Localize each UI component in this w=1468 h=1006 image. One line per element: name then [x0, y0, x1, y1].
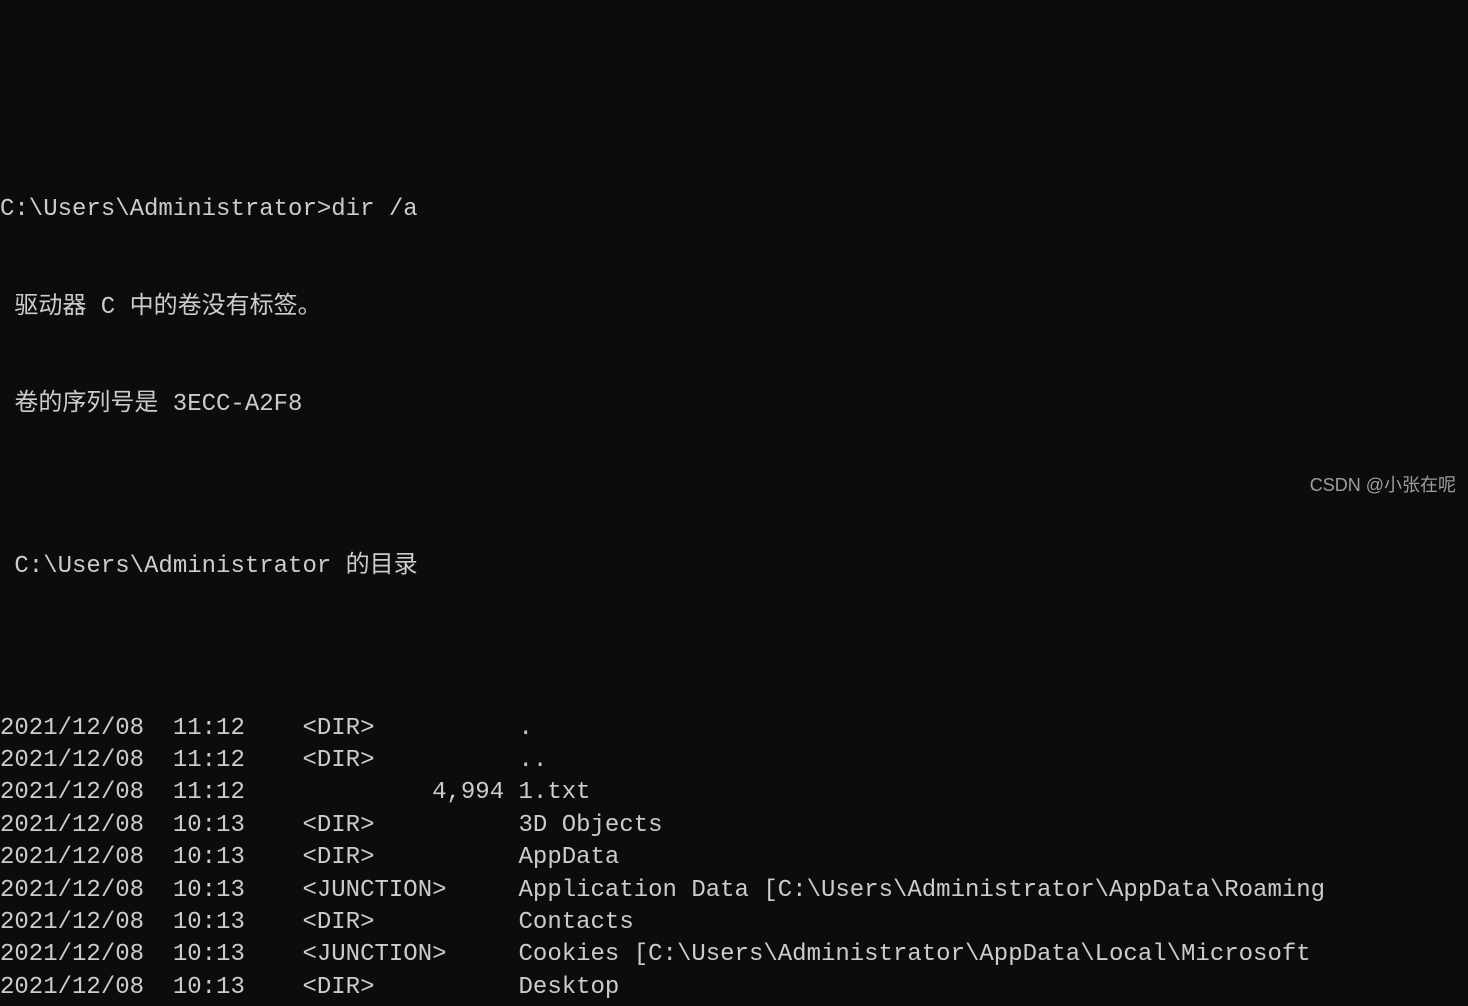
entry-type: <DIR>	[245, 909, 519, 936]
entry-date: 2021/12/08	[0, 812, 144, 839]
entry-name: ..	[519, 747, 548, 774]
entry-type: <DIR>	[245, 974, 519, 1001]
entry-type: <JUNCTION>	[245, 941, 519, 968]
list-item: 2021/12/08 10:13 <DIR> 3D Objects	[0, 810, 1468, 842]
entry-time: 10:13	[144, 909, 245, 936]
entry-name: .	[519, 715, 533, 742]
list-item: 2021/12/08 10:13 <DIR> AppData	[0, 842, 1468, 874]
entry-date: 2021/12/08	[0, 715, 144, 742]
list-item: 2021/12/08 11:12 4,994 1.txt	[0, 777, 1468, 809]
entry-type: <DIR>	[245, 747, 519, 774]
entry-time: 11:12	[144, 715, 245, 742]
entry-type: <DIR>	[245, 844, 519, 871]
list-item: 2021/12/08 11:12 <DIR> .	[0, 713, 1468, 745]
entry-date: 2021/12/08	[0, 877, 144, 904]
entry-date: 2021/12/08	[0, 779, 144, 806]
entry-time: 10:13	[144, 941, 245, 968]
entry-type: <JUNCTION>	[245, 877, 519, 904]
entry-date: 2021/12/08	[0, 941, 144, 968]
entry-type: <DIR>	[245, 715, 519, 742]
entry-time: 10:13	[144, 812, 245, 839]
entry-time: 10:13	[144, 974, 245, 1001]
entry-date: 2021/12/08	[0, 747, 144, 774]
volume-info: 驱动器 C 中的卷没有标签。	[0, 292, 1468, 324]
entry-time: 10:13	[144, 877, 245, 904]
prompt-command: dir /a	[331, 196, 417, 223]
entry-date: 2021/12/08	[0, 844, 144, 871]
serial-info: 卷的序列号是 3ECC-A2F8	[0, 389, 1468, 421]
entry-date: 2021/12/08	[0, 909, 144, 936]
entry-name: Desktop	[519, 974, 620, 1001]
list-item: 2021/12/08 10:13 <JUNCTION> Application …	[0, 875, 1468, 907]
entry-name: Application Data [C:\Users\Administrator…	[519, 877, 1326, 904]
prompt-path: C:\Users\Administrator>	[0, 196, 331, 223]
entry-time: 10:13	[144, 844, 245, 871]
entry-type: <DIR>	[245, 812, 519, 839]
entry-time: 11:12	[144, 747, 245, 774]
prompt-line: C:\Users\Administrator>dir /a	[0, 194, 1468, 226]
entry-type: 4,994	[245, 779, 519, 806]
entry-time: 11:12	[144, 779, 245, 806]
directory-listing: 2021/12/08 11:12 <DIR> .2021/12/08 11:12…	[0, 713, 1468, 1005]
entry-name: AppData	[519, 844, 620, 871]
entry-date: 2021/12/08	[0, 974, 144, 1001]
list-item: 2021/12/08 10:13 <DIR> Desktop	[0, 972, 1468, 1004]
entry-name: 1.txt	[519, 779, 591, 806]
entry-name: 3D Objects	[519, 812, 663, 839]
entry-name: Contacts	[519, 909, 634, 936]
terminal-output[interactable]: C:\Users\Administrator>dir /a 驱动器 C 中的卷没…	[0, 130, 1468, 1006]
watermark: CSDN @小张在呢	[1310, 473, 1456, 497]
list-item: 2021/12/08 11:12 <DIR> ..	[0, 745, 1468, 777]
entry-name: Cookies [C:\Users\Administrator\AppData\…	[519, 941, 1311, 968]
directory-of: C:\Users\Administrator 的目录	[0, 551, 1468, 583]
list-item: 2021/12/08 10:13 <JUNCTION> Cookies [C:\…	[0, 939, 1468, 971]
list-item: 2021/12/08 10:13 <DIR> Contacts	[0, 907, 1468, 939]
